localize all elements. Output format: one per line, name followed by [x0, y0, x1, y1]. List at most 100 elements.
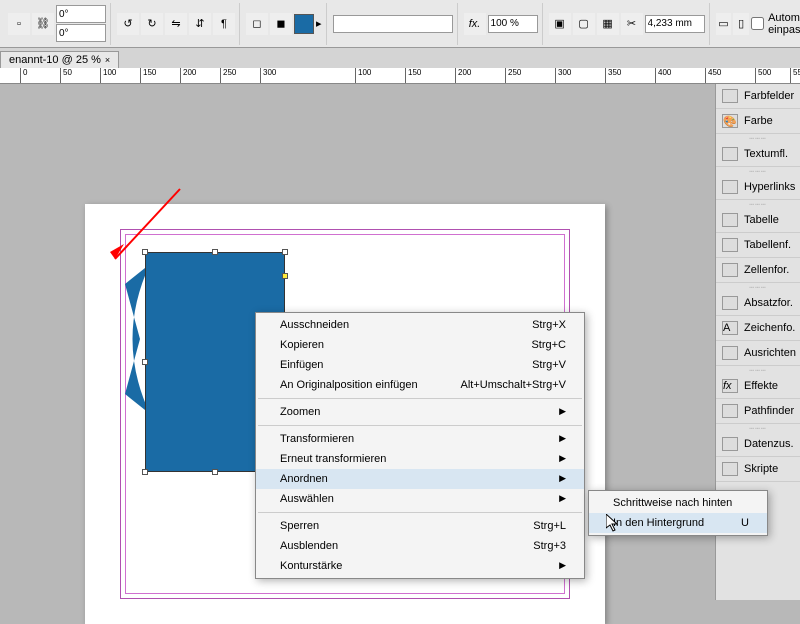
handle-ne[interactable]	[282, 249, 288, 255]
menu-transform[interactable]: Transformieren▶	[256, 429, 584, 449]
link-icon	[722, 180, 738, 194]
ruler-tick: 150	[405, 68, 421, 84]
rotate-ccw-icon[interactable]: ↺	[117, 13, 139, 35]
menu-separator	[258, 425, 582, 426]
panel-color[interactable]: 🎨Farbe	[716, 109, 800, 134]
ruler-tick: 50	[60, 68, 72, 84]
fx-icon: fx	[722, 379, 738, 393]
rotate-cw-icon[interactable]: ↻	[141, 13, 163, 35]
panel-hyperlinks[interactable]: Hyperlinks	[716, 175, 800, 200]
ruler-tick: 150	[140, 68, 156, 84]
handle-live[interactable]	[282, 273, 288, 279]
panel-separator: ┄┄┄	[716, 200, 800, 208]
panel-datamerge[interactable]: Datenzus.	[716, 432, 800, 457]
panel-effects[interactable]: fxEffekte	[716, 374, 800, 399]
fill-swatch[interactable]	[294, 14, 314, 34]
angle-input-1[interactable]	[56, 5, 106, 23]
auto-fit-checkbox[interactable]: Automatisch einpassen	[751, 12, 800, 36]
select-content-icon[interactable]: ◼	[270, 13, 292, 35]
panel-align[interactable]: Ausrichten	[716, 341, 800, 366]
menu-zoom[interactable]: Zoomen▶	[256, 402, 584, 422]
menu-separator	[258, 512, 582, 513]
tablefmt-icon	[722, 238, 738, 252]
panel-charfmt[interactable]: AZeichenfo.	[716, 316, 800, 341]
chevron-right-icon: ▶	[559, 560, 566, 572]
chain-icon[interactable]: ⛓	[32, 13, 54, 35]
panel-swatches[interactable]: Farbfelder	[716, 84, 800, 109]
align-icon	[722, 346, 738, 360]
paragraph-icon[interactable]: ¶	[213, 13, 235, 35]
ruler-tick: 350	[605, 68, 621, 84]
flip-h-icon[interactable]: ⇋	[165, 13, 187, 35]
chevron-right-icon: ▶	[559, 406, 566, 418]
character-icon: A	[722, 321, 738, 335]
ruler-tick: 400	[655, 68, 671, 84]
ruler-tick: 300	[555, 68, 571, 84]
select-container-icon[interactable]: ◻	[246, 13, 268, 35]
menu-lock[interactable]: SperrenStrg+L	[256, 516, 584, 536]
menu-stroke[interactable]: Konturstärke▶	[256, 556, 584, 576]
zoom-input[interactable]	[488, 15, 538, 33]
auto-fit-check[interactable]	[751, 17, 764, 30]
panel-textwrap[interactable]: Textumfl.	[716, 142, 800, 167]
menu-separator	[258, 398, 582, 399]
ruler-tick: 200	[180, 68, 196, 84]
ruler-tick: 450	[705, 68, 721, 84]
frame-options-icon[interactable]: ▭	[716, 13, 732, 35]
chevron-right-icon: ▶	[559, 473, 566, 485]
menu-select[interactable]: Auswählen▶	[256, 489, 584, 509]
center-icon[interactable]: ▦	[597, 13, 619, 35]
panel-parafmt[interactable]: Absatzfor.	[716, 291, 800, 316]
close-icon[interactable]: ×	[105, 55, 110, 65]
constrain-icon[interactable]: ▫	[8, 13, 30, 35]
frame-fitting-icon[interactable]: ▯	[733, 13, 749, 35]
menu-copy[interactable]: KopierenStrg+C	[256, 335, 584, 355]
ruler-tick: 200	[455, 68, 471, 84]
document-tab[interactable]: enannt-10 @ 25 % ×	[0, 51, 119, 68]
menu-paste[interactable]: EinfügenStrg+V	[256, 355, 584, 375]
textwrap-icon	[722, 147, 738, 161]
annotation-arrow	[100, 184, 190, 274]
panel-separator: ┄┄┄	[716, 283, 800, 291]
crop-icon[interactable]: ✂	[621, 13, 643, 35]
ruler-tick: 300	[260, 68, 276, 84]
ruler-tick: 250	[505, 68, 521, 84]
main-toolbar: ▫ ⛓ ↺ ↻ ⇋ ⇵ ¶ ◻ ◼ ▸ fx. ▣ ▢ ▦ ✂ ▭ ▯ Au	[0, 0, 800, 48]
ruler-tick: 550	[790, 68, 800, 84]
panel-cellfmt[interactable]: Zellenfor.	[716, 258, 800, 283]
panel-separator: ┄┄┄	[716, 167, 800, 175]
panel-separator: ┄┄┄	[716, 134, 800, 142]
angle-input-2[interactable]	[56, 24, 106, 42]
fit-content-icon[interactable]: ▢	[573, 13, 595, 35]
chevron-right-icon: ▶	[559, 433, 566, 445]
stroke-style-input[interactable]	[333, 15, 453, 33]
handle-w[interactable]	[142, 359, 148, 365]
menu-retransform[interactable]: Erneut transformieren▶	[256, 449, 584, 469]
panel-separator: ┄┄┄	[716, 366, 800, 374]
dropdown-arrow-icon[interactable]: ▸	[316, 17, 322, 30]
menu-back-step[interactable]: Schrittweise nach hinten	[589, 493, 767, 513]
flip-v-icon[interactable]: ⇵	[189, 13, 211, 35]
panel-table[interactable]: Tabelle	[716, 208, 800, 233]
handle-sw[interactable]	[142, 469, 148, 475]
menu-hide[interactable]: AusblendenStrg+3	[256, 536, 584, 556]
pathfinder-icon	[722, 404, 738, 418]
fx-icon[interactable]: fx.	[464, 13, 486, 35]
handle-s[interactable]	[212, 469, 218, 475]
fit-frame-icon[interactable]: ▣	[549, 13, 571, 35]
paragraph-icon	[722, 296, 738, 310]
measure-input[interactable]	[645, 15, 705, 33]
menu-arrange[interactable]: Anordnen▶	[256, 469, 584, 489]
cellfmt-icon	[722, 263, 738, 277]
swatches-icon	[722, 89, 738, 103]
document-tab-bar: enannt-10 @ 25 % ×	[0, 48, 800, 68]
menu-paste-orig[interactable]: An Originalposition einfügenAlt+Umschalt…	[256, 375, 584, 395]
panel-scripts[interactable]: Skripte	[716, 457, 800, 482]
panel-pathfinder[interactable]: Pathfinder	[716, 399, 800, 424]
handle-n[interactable]	[212, 249, 218, 255]
menu-cut[interactable]: AusschneidenStrg+X	[256, 315, 584, 335]
mouse-cursor-icon	[606, 514, 622, 537]
script-icon	[722, 462, 738, 476]
context-menu: AusschneidenStrg+X KopierenStrg+C Einfüg…	[255, 312, 585, 579]
panel-tablefmt[interactable]: Tabellenf.	[716, 233, 800, 258]
